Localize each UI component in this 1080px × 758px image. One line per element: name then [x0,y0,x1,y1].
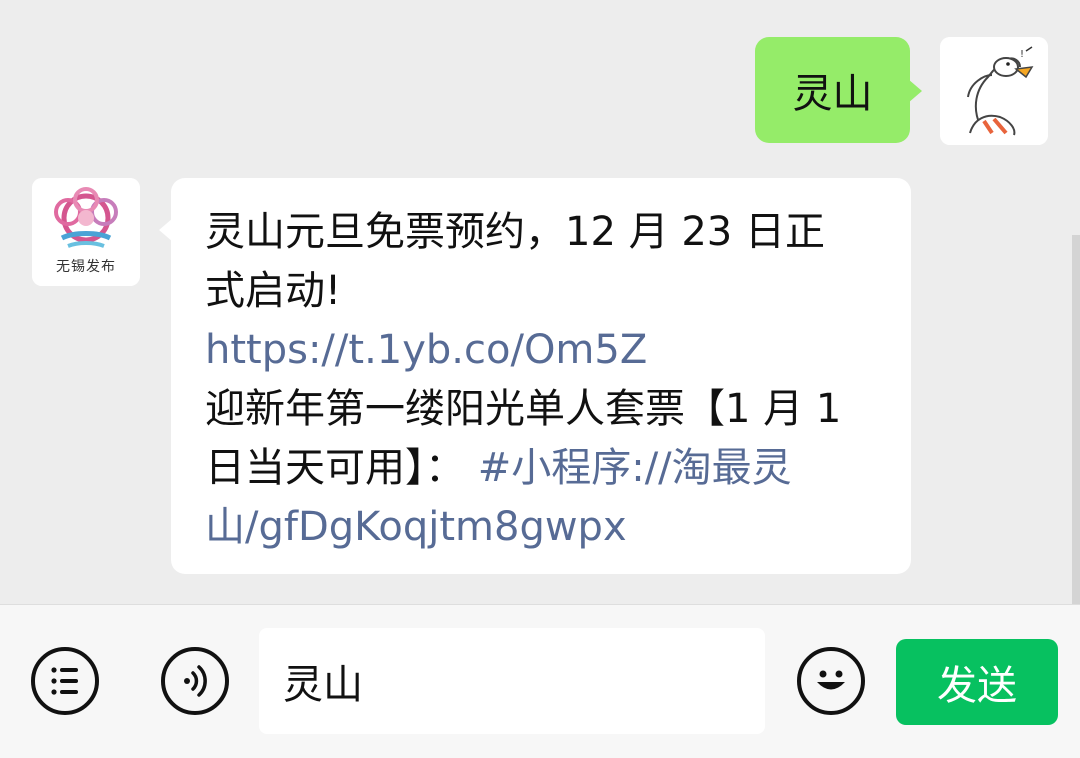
message-input[interactable]: 灵山 [259,628,765,734]
message-line: 式启动! [205,268,342,314]
emoji-smile-icon [817,670,845,690]
incoming-message-bubble[interactable]: 灵山元旦免票预约，12 月 23 日正 式启动! https://t.1yb.c… [159,178,911,574]
mini-program-link[interactable]: #小程序://淘最灵 [478,445,792,491]
send-button-label: 发送 [937,663,1017,709]
menu-button[interactable] [31,647,99,715]
send-button[interactable]: 发送 [896,639,1058,725]
list-menu-icon [51,667,78,695]
message-line: 日当天可用】： #小程序://淘最灵 [205,439,881,498]
message-line: 灵山元旦免票预约，12 月 23 日正 [205,209,825,255]
official-account-avatar[interactable]: 无锡发布 [32,178,140,286]
input-bar: 灵山 发送 [0,604,1080,758]
user-avatar[interactable]: ! [940,37,1048,145]
chat-area: 灵山 ! 无锡发布 灵山元旦免票预约，12 月 23 日正 式启动! https… [0,0,1080,604]
logo-caption: 无锡发布 [56,259,116,275]
message-line-text: 日当天可用】： [205,445,465,491]
svg-text:!: ! [1020,49,1024,60]
mini-program-link-continued[interactable]: 山/gfDgKoqjtm8gwpx [205,498,881,557]
message-link[interactable]: https://t.1yb.co/Om5Z [205,321,881,380]
outgoing-message-text: 灵山 [792,71,873,117]
emoji-button[interactable] [797,647,865,715]
goose-sticker-avatar-icon: ! [940,37,1048,145]
message-line: 迎新年第一缕阳光单人套票【1 月 1 [205,386,842,432]
voice-button[interactable] [161,647,229,715]
outgoing-message-bubble[interactable]: 灵山 [755,37,922,143]
voice-icon [184,665,207,697]
bubble-tail [159,218,173,242]
message-input-value: 灵山 [283,662,363,708]
bubble-tail [908,79,922,103]
scrollbar[interactable] [1072,235,1080,604]
